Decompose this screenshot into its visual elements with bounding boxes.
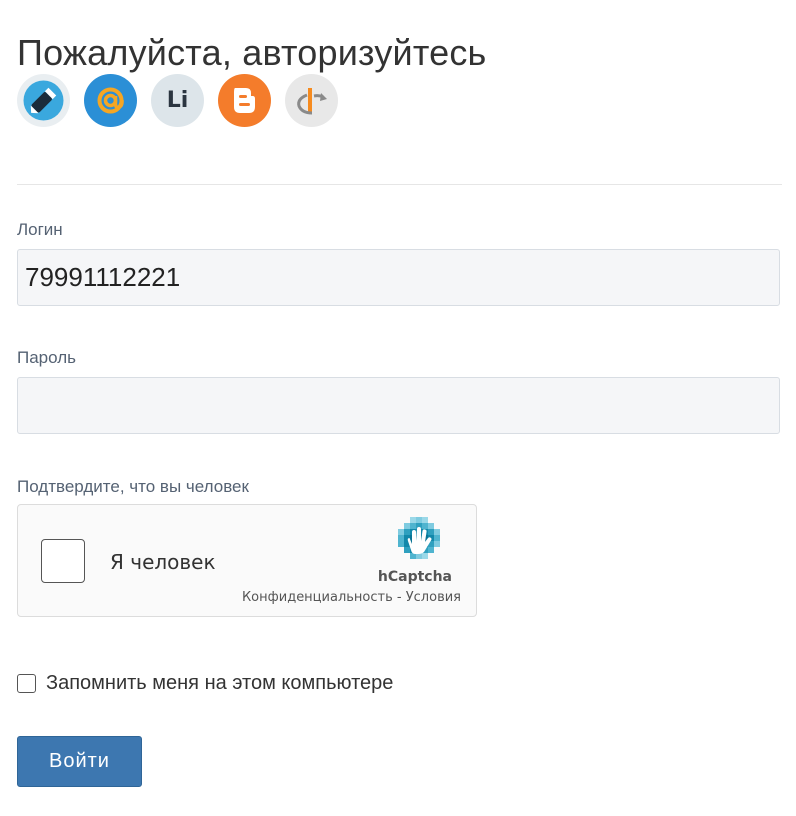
mailru-button[interactable] [84, 74, 137, 127]
openid-button[interactable] [285, 74, 338, 127]
mailru-icon [97, 87, 124, 114]
captcha-checkbox[interactable] [41, 539, 85, 583]
login-button[interactable]: Войти [17, 736, 142, 787]
divider [17, 184, 782, 185]
login-label: Логин [17, 220, 63, 239]
livejournal-icon [23, 80, 64, 121]
openid-icon [297, 88, 327, 115]
password-label: Пароль [17, 348, 76, 367]
remember-label[interactable]: Запомнить меня на этом компьютере [46, 672, 393, 695]
password-input[interactable] [17, 377, 780, 434]
hcaptcha-widget: Я человек hCaptcha Конфиденциальность - … [17, 504, 477, 617]
blogger-icon [234, 88, 255, 113]
privacy-link[interactable]: Конфиденциальность [242, 590, 393, 605]
liveinternet-button[interactable]: Li [151, 74, 204, 127]
liveinternet-icon: Li [166, 88, 189, 113]
remember-checkbox[interactable] [17, 674, 36, 693]
captcha-prompt: Подтвердите, что вы человек [17, 477, 249, 496]
page-title: Пожалуйста, авторизуйтесь [17, 32, 487, 74]
login-providers: Li [17, 74, 338, 127]
blogger-button[interactable] [218, 74, 271, 127]
remember-me: Запомнить меня на этом компьютере [17, 672, 393, 695]
links-separator: - [392, 590, 406, 605]
livejournal-button[interactable] [17, 74, 70, 127]
terms-link[interactable]: Условия [406, 590, 461, 605]
hcaptcha-logo-icon [398, 517, 440, 559]
hcaptcha-brand: hCaptcha [377, 569, 452, 585]
captcha-checkbox-label: Я человек [110, 550, 216, 574]
login-input[interactable] [17, 249, 780, 306]
captcha-links: Конфиденциальность - Условия [242, 590, 461, 605]
